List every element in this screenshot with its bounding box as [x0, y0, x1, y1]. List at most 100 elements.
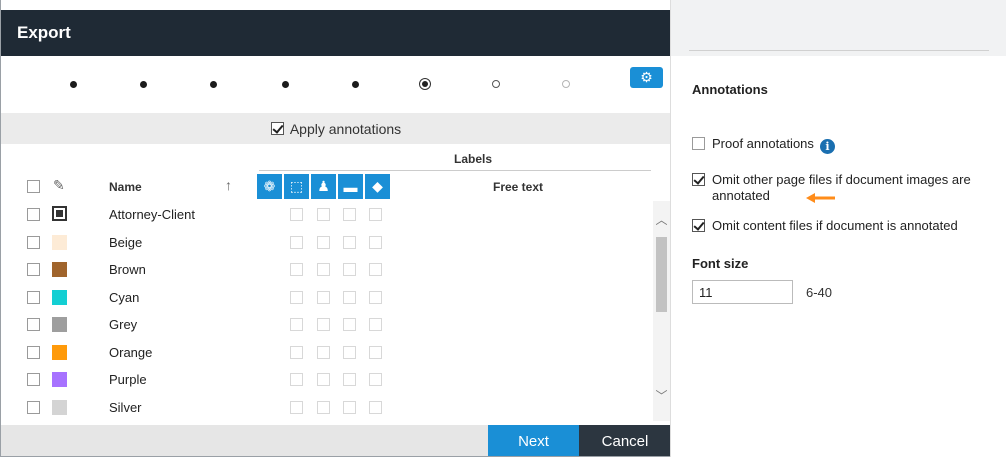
step-6-current[interactable]: [419, 78, 431, 90]
apply-annotations-checkbox[interactable]: [270, 122, 284, 135]
omit-content-files-checkbox[interactable]: [692, 219, 705, 232]
color-swatch: [52, 234, 67, 250]
label-checkbox-4[interactable]: [369, 373, 382, 386]
row-name: Grey: [109, 317, 138, 332]
wizard-stepper: [1, 56, 670, 112]
table-row[interactable]: Cyan: [1, 284, 653, 312]
settings-button[interactable]: ⚙: [630, 67, 663, 88]
table-scrollbar[interactable]: ︿ ﹀: [653, 201, 670, 421]
label-checkbox-1[interactable]: [290, 345, 303, 359]
step-4[interactable]: [279, 78, 291, 90]
label-checkbox-1[interactable]: [290, 318, 303, 331]
cancel-button[interactable]: Cancel: [579, 425, 670, 456]
label-checkbox-1[interactable]: [290, 400, 303, 414]
proof-annotations-checkbox[interactable]: [692, 137, 705, 150]
panel-top-area: [671, 0, 1006, 56]
next-button[interactable]: Next: [488, 425, 579, 456]
gear-icon: ⚙: [640, 69, 653, 85]
table-row[interactable]: Beige: [1, 229, 653, 257]
row-checkbox[interactable]: [27, 290, 40, 304]
export-dialog: Export ⚙ Apply annotations Labels ✎ Name…: [0, 0, 670, 457]
reel-icon[interactable]: ❁: [257, 174, 282, 199]
row-checkbox[interactable]: [27, 318, 40, 331]
person-icon[interactable]: ♟: [311, 174, 336, 199]
font-size-label: Font size: [692, 256, 749, 271]
info-icon[interactable]: i: [819, 139, 835, 154]
label-checkbox-3[interactable]: [343, 345, 356, 359]
font-size-input[interactable]: [692, 280, 793, 304]
labels-table-body: Attorney-Client Beige Brown Cyan Grey Orange P…: [1, 201, 653, 421]
color-swatch: [52, 399, 67, 415]
step-1[interactable]: [67, 78, 79, 90]
panel-title: Annotations: [692, 82, 768, 97]
omit-page-files-option[interactable]: Omit other page files if document images…: [692, 172, 992, 206]
label-checkbox-4[interactable]: [369, 345, 382, 359]
label-checkbox-2[interactable]: [317, 318, 330, 331]
omit-content-files-label: Omit content files if document is annota…: [712, 218, 958, 233]
label-checkbox-3[interactable]: [343, 235, 356, 249]
label-checkbox-3[interactable]: [343, 318, 356, 331]
table-row[interactable]: Orange: [1, 339, 653, 367]
step-3[interactable]: [207, 78, 219, 90]
column-name[interactable]: Name: [109, 180, 142, 194]
label-checkbox-2[interactable]: [317, 345, 330, 359]
proof-annotations-option[interactable]: Proof annotations i: [692, 136, 992, 154]
table-row[interactable]: Attorney-Client: [1, 201, 653, 229]
row-checkbox[interactable]: [27, 345, 40, 359]
label-checkbox-2[interactable]: [317, 263, 330, 276]
label-checkbox-4[interactable]: [369, 235, 382, 249]
table-row[interactable]: Grey: [1, 311, 653, 339]
label-checkbox-1[interactable]: [290, 235, 303, 249]
select-all-checkbox[interactable]: [27, 180, 40, 193]
label-checkbox-4[interactable]: [369, 400, 382, 414]
label-checkbox-2[interactable]: [317, 290, 330, 304]
row-checkbox[interactable]: [27, 235, 40, 249]
label-checkbox-1[interactable]: [290, 263, 303, 276]
label-checkbox-1[interactable]: [290, 208, 303, 221]
label-checkbox-3[interactable]: [343, 400, 356, 414]
label-checkbox-3[interactable]: [343, 263, 356, 276]
label-checkbox-3[interactable]: [343, 208, 356, 221]
label-checkbox-4[interactable]: [369, 263, 382, 276]
label-checkbox-2[interactable]: [317, 400, 330, 414]
label-checkbox-1[interactable]: [290, 290, 303, 304]
step-8[interactable]: [560, 78, 572, 90]
label-checkbox-2[interactable]: [317, 235, 330, 249]
omit-content-files-option[interactable]: Omit content files if document is annota…: [692, 218, 992, 236]
annotation-tag-icon: [52, 206, 67, 221]
table-row[interactable]: Silver: [1, 394, 653, 422]
step-2[interactable]: [137, 78, 149, 90]
chevron-down-icon[interactable]: ﹀: [653, 387, 670, 404]
tag-icon[interactable]: ◆: [365, 174, 390, 199]
sort-ascending-icon[interactable]: ↑: [225, 177, 232, 193]
calendar-icon[interactable]: ▬: [338, 174, 363, 199]
omit-page-files-label-line2: annotated: [712, 188, 770, 203]
label-checkbox-4[interactable]: [369, 208, 382, 221]
label-checkbox-4[interactable]: [369, 290, 382, 304]
table-row[interactable]: Purple: [1, 366, 653, 394]
step-5[interactable]: [349, 78, 361, 90]
table-row[interactable]: Brown: [1, 256, 653, 284]
color-swatch: [52, 344, 67, 360]
row-name: Silver: [109, 399, 142, 415]
scroll-thumb[interactable]: [656, 237, 667, 312]
annotations-panel: Annotations Proof annotations i Omit othe…: [670, 0, 1006, 457]
row-name: Attorney-Client: [109, 207, 195, 222]
label-checkbox-2[interactable]: [317, 373, 330, 386]
row-checkbox[interactable]: [27, 400, 40, 414]
step-7[interactable]: [490, 78, 502, 90]
selection-box-icon[interactable]: ⬚: [284, 174, 309, 199]
row-name: Purple: [109, 372, 147, 387]
row-checkbox[interactable]: [27, 263, 40, 276]
row-checkbox[interactable]: [27, 208, 40, 221]
row-checkbox[interactable]: [27, 373, 40, 386]
label-checkbox-2[interactable]: [317, 208, 330, 221]
label-checkbox-1[interactable]: [290, 373, 303, 386]
omit-page-files-label-line1: Omit other page files if document images…: [712, 172, 971, 187]
annotate-pen-icon[interactable]: ✎: [53, 177, 65, 194]
label-checkbox-3[interactable]: [343, 373, 356, 386]
chevron-up-icon[interactable]: ︿: [653, 211, 670, 228]
omit-page-files-checkbox[interactable]: [692, 173, 705, 186]
label-checkbox-3[interactable]: [343, 290, 356, 304]
label-checkbox-4[interactable]: [369, 318, 382, 331]
